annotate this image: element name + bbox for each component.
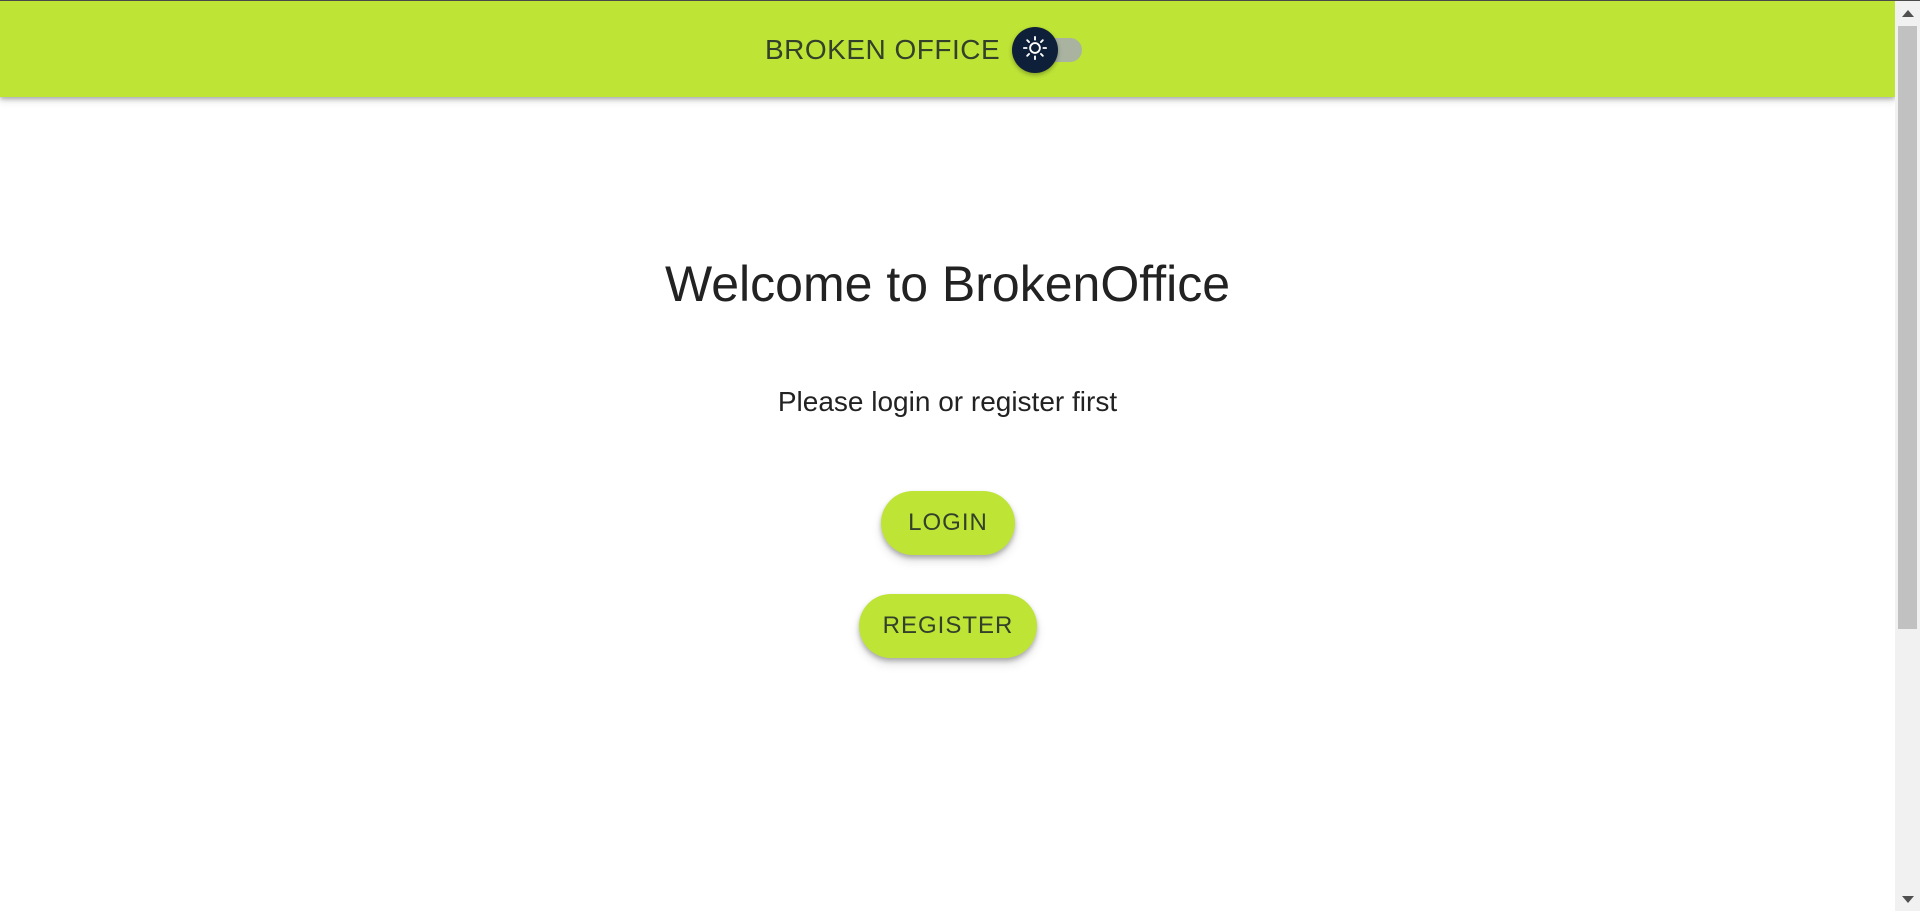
scroll-down-arrow-icon[interactable]	[1895, 887, 1920, 911]
scroll-up-arrow-icon[interactable]	[1895, 1, 1920, 26]
page: BROKEN OFFICE Welcome to BrokenOffice Pl…	[0, 0, 1920, 911]
brand-title: BROKEN OFFICE	[765, 34, 1001, 65]
welcome-subtitle: Please login or register first	[777, 386, 1118, 417]
welcome-title: Welcome to BrokenOffice	[664, 256, 1231, 312]
main-content: Welcome to BrokenOffice Please login or …	[0, 97, 1895, 911]
theme-toggle[interactable]	[1012, 27, 1086, 73]
register-button[interactable]: REGISTER	[859, 594, 1037, 658]
vertical-scrollbar[interactable]	[1895, 1, 1920, 911]
sun-icon	[1021, 34, 1049, 67]
scrollbar-thumb[interactable]	[1898, 26, 1917, 629]
app-bar: BROKEN OFFICE	[0, 1, 1895, 97]
login-button[interactable]: LOGIN	[881, 491, 1015, 555]
toggle-thumb[interactable]	[1012, 27, 1058, 73]
